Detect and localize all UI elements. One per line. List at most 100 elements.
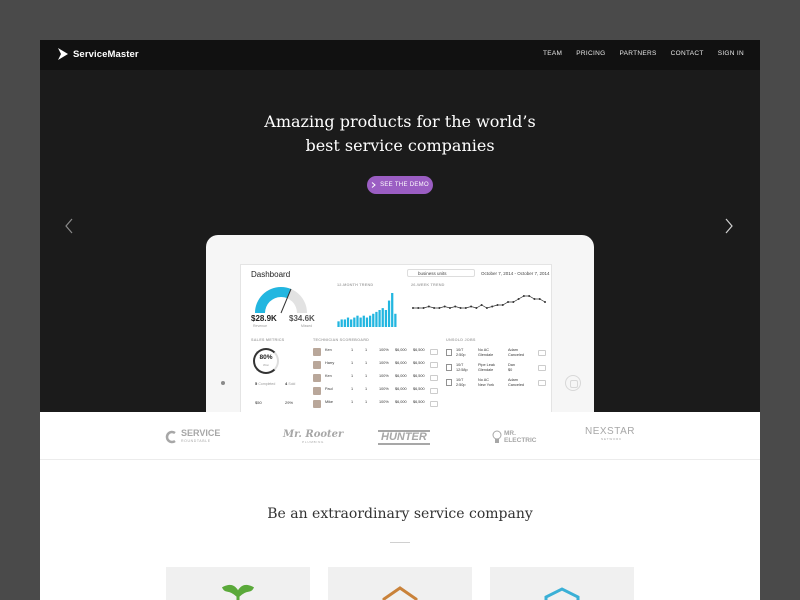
hunter-logo: HUNTER [378,426,430,448]
technician-sales: 1 [365,374,368,378]
nexstar-sub: NETWORK [601,437,622,441]
technician-avatar [313,400,321,408]
technician-row[interactable]: Paul 1 1 100% $6,000 $6,500 [313,386,438,398]
technician-name: Ken [325,348,332,352]
hunter-text: HUNTER [378,429,430,445]
mr-rooter-text: Mr. Rooter [283,429,344,440]
technician-jobs: 1 [351,400,354,404]
trend12-bar [353,317,356,327]
sales-metrics-label: SALES METRICS [251,338,285,342]
technician-name: Paul [325,387,333,391]
mr-electric-logo: MR. ELECTRIC [492,426,546,448]
date-range[interactable]: October 7, 2014 - October 7, 2014 [481,271,550,276]
job-city: Glendale [478,368,494,372]
hero-section: ServiceMaster TEAM PRICING PARTNERS CONT… [40,40,760,412]
trend12-bar [365,317,369,327]
job-status: Canceled [508,353,525,357]
nexstar-text: NEXSTAR [585,426,635,437]
feature-card-1[interactable] [166,567,310,600]
technician-row[interactable]: Ken 1 1 100% $6,000 $6,500 [313,347,438,359]
logo-icon [58,48,68,60]
job-action-button[interactable] [538,350,546,356]
technician-revenue: $6,500 [413,387,425,391]
top-nav: ServiceMaster TEAM PRICING PARTNERS CONT… [40,40,760,70]
nav-team[interactable]: TEAM [543,50,562,57]
technician-jobs: 1 [351,387,354,391]
nav-contact[interactable]: CONTACT [671,50,704,57]
nav-partners[interactable]: PARTNERS [619,50,656,57]
row-action-button[interactable] [430,362,438,368]
business-units-select[interactable]: business units [407,269,475,277]
job-city: Glendale [478,353,494,357]
trend26-point [480,304,483,306]
headline-line-1: Amazing products for the world’s [264,112,536,131]
unsold-job-row[interactable]: 10/7 2:50p No AC New York Adam Canceled [446,377,546,391]
trend12-bar [378,310,381,327]
mr-electric-text: MR. ELECTRIC [504,430,537,444]
technician-avatar [313,361,321,369]
technician-row[interactable]: Ken 1 1 100% $6,000 $6,500 [313,373,438,385]
see-demo-label: SEE THE DEMO [380,182,429,188]
gauge-missed-value: $34.6K [289,314,315,323]
trend26-point [454,305,457,308]
trend26-point [496,304,499,306]
technician-row[interactable]: Harry 1 1 100% $6,000 $6,500 [313,360,438,372]
feature-card-2[interactable] [328,567,472,600]
row-action-button[interactable] [430,401,438,407]
carousel-next-arrow[interactable] [724,218,734,234]
unsold-job-row[interactable]: 10/7 2:50p No AC Glendale Adam Canceled [446,347,546,361]
technician-jobs: 1 [351,374,354,378]
job-action-button[interactable] [538,365,546,371]
trend12-bar [372,313,375,327]
nav-sign-in[interactable]: SIGN IN [718,50,744,57]
see-demo-button[interactable]: SEE THE DEMO [367,176,433,194]
technician-avg: $6,000 [395,387,407,391]
trend12-bar [337,321,340,327]
job-action-button[interactable] [538,380,546,386]
trend26-point [459,307,462,309]
job-issue: No AC [478,378,489,382]
trend26-point [544,301,546,303]
trend12-bar [343,319,346,327]
donut-sub: Won [262,363,270,367]
feature-card-3[interactable] [490,567,634,600]
service-roundtable-logo: SERVICE ROUNDTABLE [164,426,220,448]
stat-sold: 4 Sold [285,381,296,386]
job-time: 2:50p [456,353,466,357]
trend26-point [475,307,478,309]
technician-sales: 1 [365,348,368,352]
technician-jobs: 1 [351,348,354,352]
nav-pricing[interactable]: PRICING [576,50,605,57]
trend26-point [522,295,525,297]
trend26-point [438,307,441,309]
trend12-bar [340,319,343,327]
job-person: Adam [508,378,518,382]
carousel-prev-arrow[interactable] [64,218,74,234]
gauge-revenue-value: $28.9K [251,314,277,323]
job-city: New York [478,383,495,387]
trend26-line [413,295,546,309]
trend26-point [412,307,414,309]
unsold-job-row[interactable]: 10/7 12:58p Pipe Leak Glendale Dan $0 [446,362,546,376]
technician-revenue: $6,500 [413,400,425,404]
hero-headline: Amazing products for the world’s best se… [40,110,760,158]
clipboard-icon [446,364,452,371]
revenue-gauge [255,287,307,314]
job-issue: No AC [478,348,489,352]
trend26-point [491,305,494,308]
row-action-button[interactable] [430,349,438,355]
trend26-point [512,301,515,303]
brand-logo[interactable]: ServiceMaster [58,48,139,60]
trend26-point [517,298,520,300]
technician-row[interactable]: Mike 1 1 100% $6,000 $6,500 [313,399,438,411]
stat-completed: 5 Completed [255,381,276,386]
row-action-button[interactable] [430,375,438,381]
brand-name: ServiceMaster [73,48,139,60]
clipboard-icon [446,379,452,386]
row-action-button[interactable] [430,388,438,394]
partner-logos: SERVICE ROUNDTABLE Mr. Rooter PLUMBING H… [40,412,760,460]
gauge-missed-label: Missed [301,324,313,328]
technician-avatar [313,348,321,356]
job-person: Adam [508,348,518,352]
technician-sales: 1 [365,361,368,365]
